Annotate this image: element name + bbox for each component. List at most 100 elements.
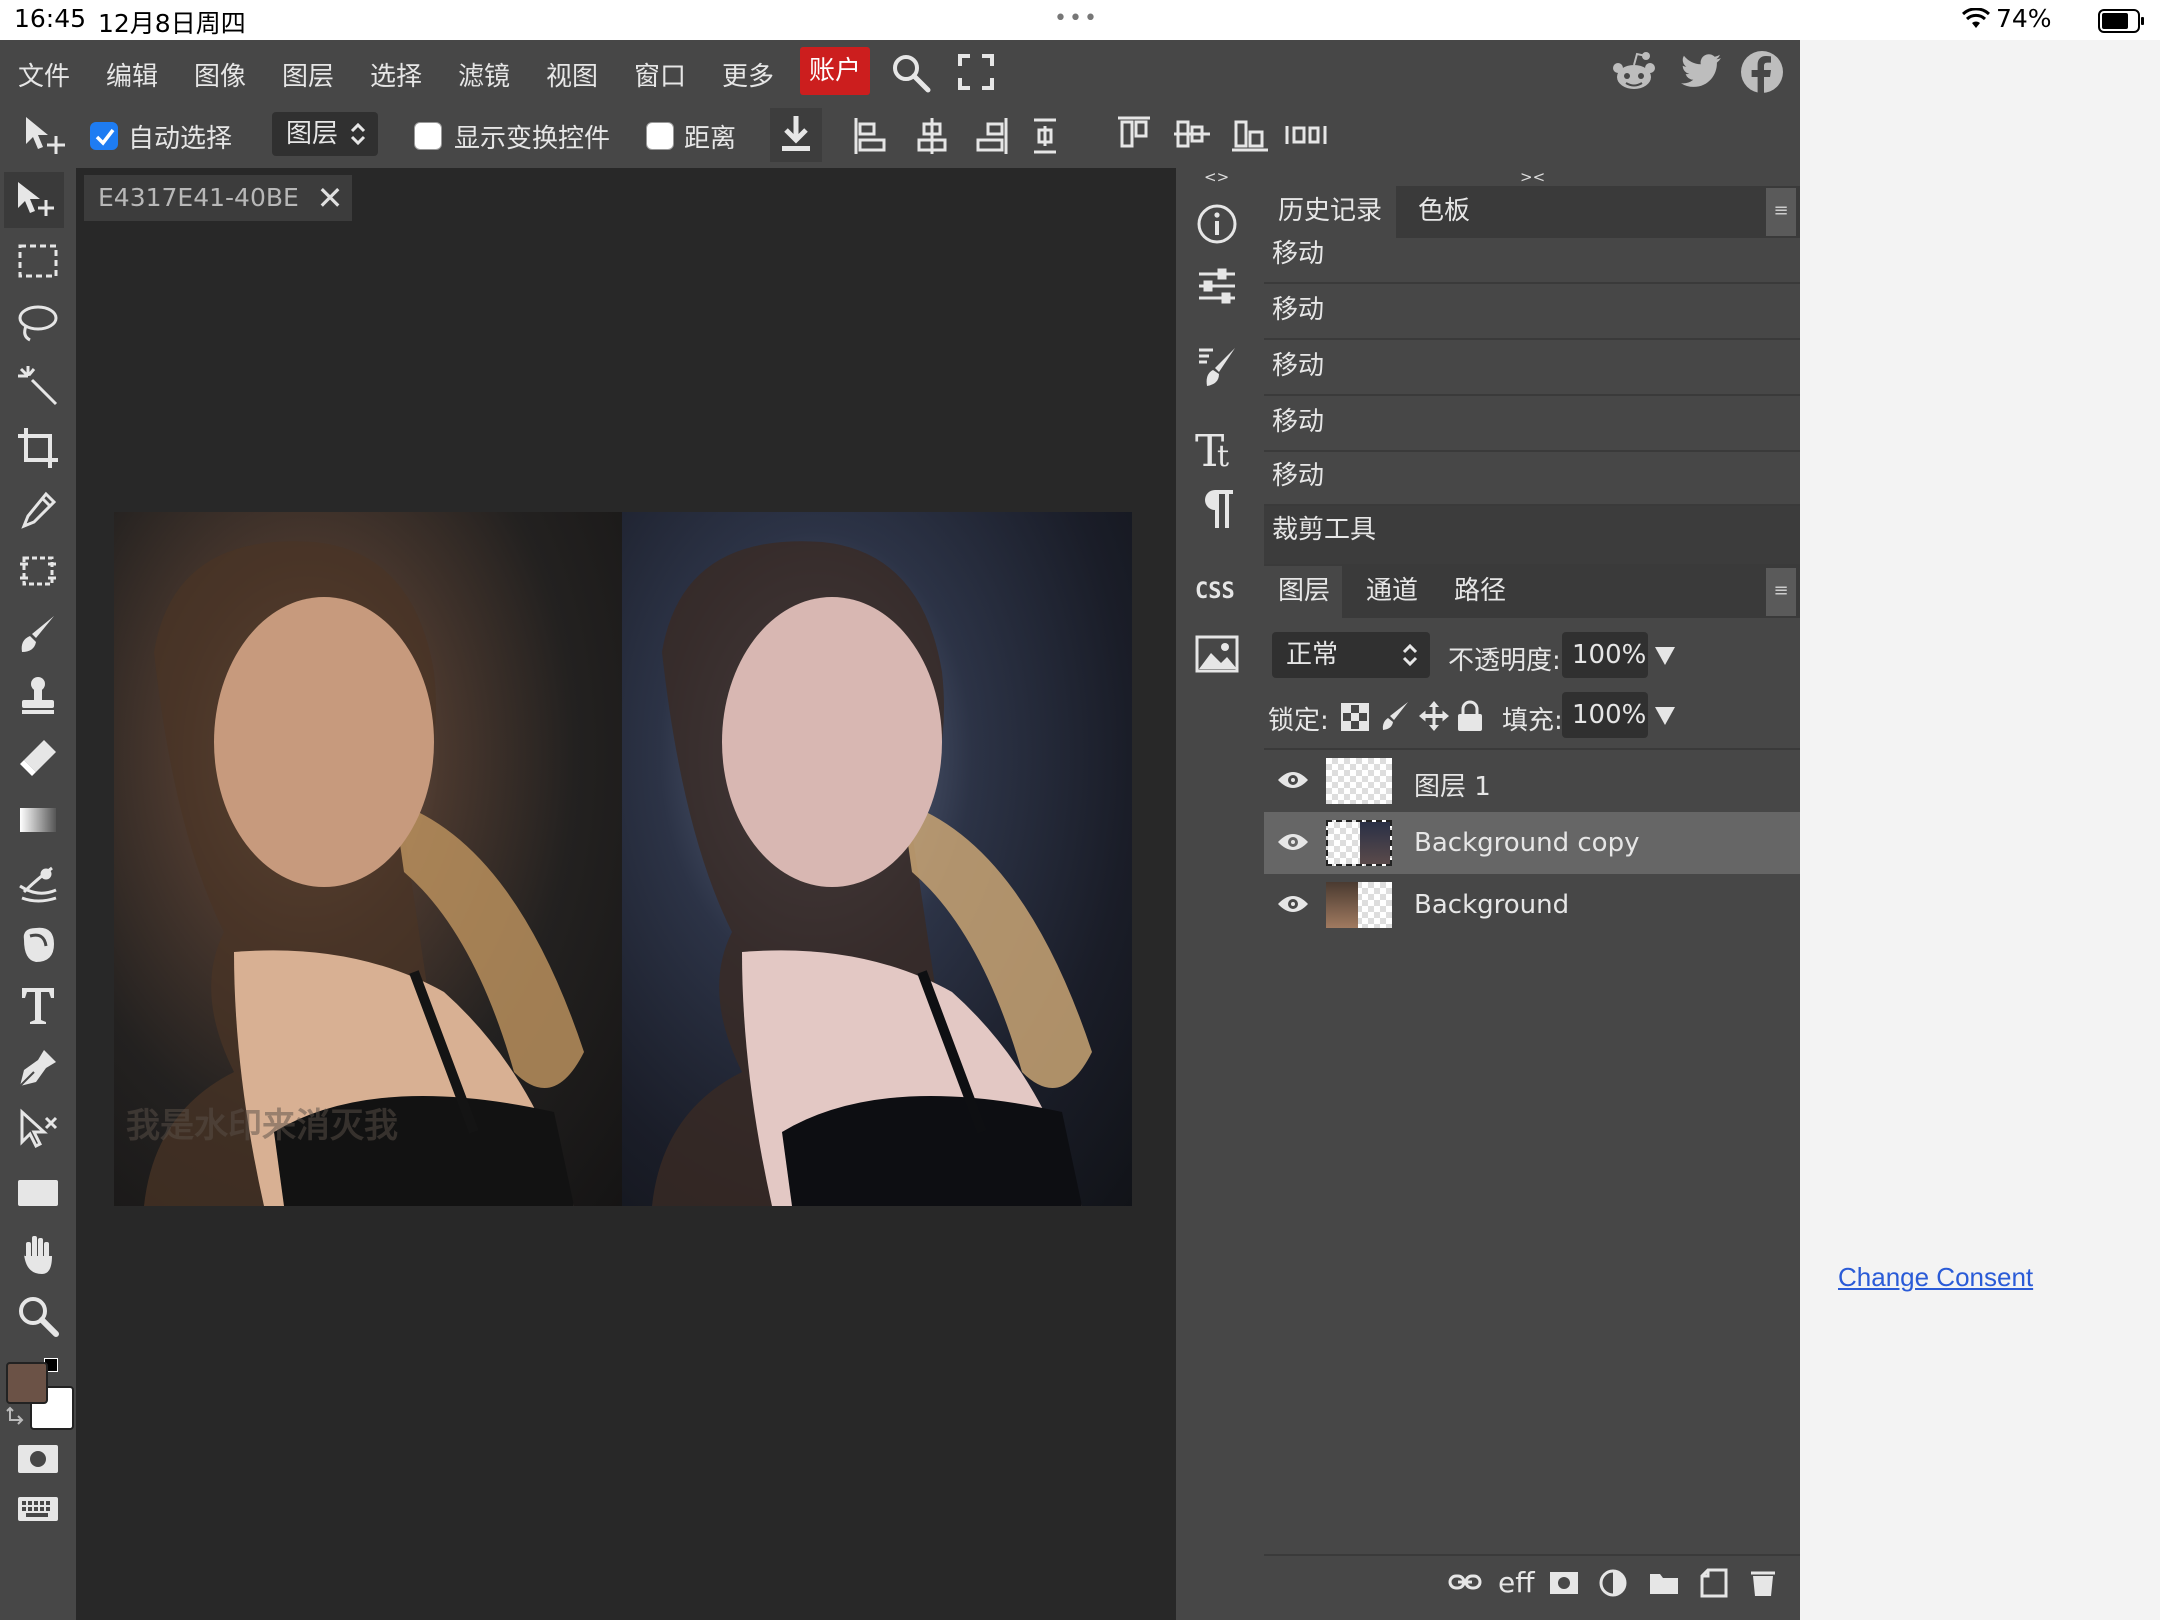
layer-effects-button[interactable]: eff <box>1498 1566 1535 1599</box>
menu-edit[interactable]: 编辑 <box>106 56 158 93</box>
menu-view[interactable]: 视图 <box>546 56 598 93</box>
multitask-dots[interactable]: ••• <box>1054 6 1099 31</box>
crop-tool[interactable] <box>8 420 68 476</box>
brush-tool[interactable] <box>8 606 68 662</box>
menu-more[interactable]: 更多 <box>722 56 774 93</box>
hand-tool[interactable] <box>8 1226 68 1282</box>
adjustment-layer-icon[interactable] <box>1598 1568 1628 1598</box>
layer-row-selected[interactable]: Background copy <box>1264 812 1800 874</box>
history-item[interactable]: 移动 <box>1264 398 1800 452</box>
align-bottom-icon[interactable] <box>1230 114 1270 154</box>
align-top-icon[interactable] <box>1116 114 1152 154</box>
sponge-tool[interactable] <box>8 916 68 972</box>
clone-stamp-tool[interactable] <box>8 668 68 724</box>
menu-image[interactable]: 图像 <box>194 56 246 93</box>
layer-name: Background <box>1414 890 1570 920</box>
opacity-input[interactable]: 100% <box>1562 632 1648 678</box>
layer-row[interactable]: 图层 1 <box>1264 750 1800 812</box>
eye-icon[interactable] <box>1276 830 1310 854</box>
eraser-tool[interactable] <box>8 730 68 786</box>
layers-panel-menu-icon[interactable]: ≡ <box>1766 568 1796 616</box>
photo-right-cool[interactable] <box>622 512 1132 1206</box>
adjustments-panel-icon[interactable] <box>1180 258 1254 314</box>
paragraph-panel-icon[interactable] <box>1180 480 1254 536</box>
add-mask-icon[interactable] <box>1548 1570 1580 1596</box>
path-select-tool[interactable] <box>8 1102 68 1158</box>
magic-wand-tool[interactable] <box>8 358 68 414</box>
history-item[interactable]: 移动 <box>1264 286 1800 340</box>
menu-window[interactable]: 窗口 <box>634 56 686 93</box>
lock-position-icon[interactable] <box>1418 700 1450 732</box>
smudge-tool[interactable] <box>8 854 68 910</box>
swap-colors-icon[interactable] <box>6 1404 28 1426</box>
auto-select-target-dropdown[interactable]: 图层 <box>272 112 378 156</box>
eye-icon[interactable] <box>1276 768 1310 792</box>
artboard-select-tool[interactable] <box>8 544 68 600</box>
align-vcenter-icon[interactable] <box>1172 114 1212 154</box>
facebook-icon[interactable] <box>1740 50 1784 94</box>
link-layers-icon[interactable] <box>1448 1572 1482 1592</box>
distribute-vertical-icon[interactable] <box>1030 116 1060 156</box>
foreground-color-swatch[interactable] <box>6 1362 48 1404</box>
tab-channels[interactable]: 通道 <box>1366 566 1418 616</box>
css-panel-icon[interactable]: CSS <box>1180 562 1254 618</box>
lock-transparency-icon[interactable] <box>1340 702 1370 732</box>
history-panel-menu-icon[interactable]: ≡ <box>1766 188 1796 236</box>
move-tool-icon[interactable] <box>22 114 66 158</box>
align-hcenter-icon[interactable] <box>914 116 950 156</box>
keyboard-icon[interactable] <box>8 1480 68 1536</box>
photo-left-warm[interactable]: 我是水印来消灭我 <box>114 512 622 1206</box>
history-item[interactable]: 移动 <box>1264 342 1800 396</box>
tab-swatches[interactable]: 色板 <box>1418 186 1470 236</box>
pen-tool[interactable] <box>8 1040 68 1096</box>
zoom-tool[interactable] <box>8 1288 68 1344</box>
document-title: E4317E41-40BE <box>98 183 299 212</box>
lock-pixels-icon[interactable] <box>1380 700 1410 732</box>
menu-select[interactable]: 选择 <box>370 56 422 93</box>
brush-settings-panel-icon[interactable] <box>1180 338 1254 394</box>
layer-row[interactable]: Background <box>1264 874 1800 936</box>
align-left-icon[interactable] <box>852 116 888 156</box>
tab-layers[interactable]: 图层 <box>1264 566 1342 618</box>
eye-icon[interactable] <box>1276 892 1310 916</box>
collapse-right-panel-button[interactable]: >< <box>1520 168 1545 186</box>
fill-dropdown-icon[interactable] <box>1654 706 1676 726</box>
eyedropper-tool[interactable] <box>8 482 68 538</box>
move-tool[interactable] <box>4 172 64 228</box>
menu-file[interactable]: 文件 <box>18 56 70 93</box>
opacity-dropdown-icon[interactable] <box>1654 646 1676 666</box>
change-consent-link[interactable]: Change Consent <box>1838 1262 2033 1293</box>
rectangle-shape-tool[interactable] <box>8 1164 68 1220</box>
menu-filter[interactable]: 滤镜 <box>458 56 510 93</box>
auto-select-checkbox[interactable] <box>90 122 118 150</box>
collapse-mini-panel-button[interactable]: <> <box>1204 168 1229 186</box>
fullscreen-icon[interactable] <box>958 54 994 90</box>
search-icon[interactable] <box>890 52 932 94</box>
reddit-icon[interactable] <box>1612 50 1656 94</box>
download-icon[interactable] <box>770 108 822 162</box>
distribute-horizontal-icon[interactable] <box>1284 120 1328 150</box>
twitter-icon[interactable] <box>1680 54 1722 90</box>
tab-paths[interactable]: 路径 <box>1454 566 1506 616</box>
lasso-tool[interactable] <box>8 296 68 352</box>
fill-input[interactable]: 100% <box>1562 692 1648 738</box>
info-panel-icon[interactable] <box>1180 196 1254 252</box>
close-document-button[interactable]: ✕ <box>312 176 348 220</box>
history-item[interactable]: 移动 <box>1264 452 1800 506</box>
gradient-tool[interactable] <box>8 792 68 848</box>
image-panel-icon[interactable] <box>1180 626 1254 682</box>
menu-layer[interactable]: 图层 <box>282 56 334 93</box>
marquee-tool[interactable] <box>8 234 68 290</box>
text-tool[interactable] <box>8 978 68 1034</box>
history-item[interactable]: 移动 <box>1264 230 1800 284</box>
new-group-folder-icon[interactable] <box>1648 1570 1680 1596</box>
history-item-selected[interactable]: 裁剪工具 <box>1264 506 1800 566</box>
blend-mode-dropdown[interactable]: 正常 <box>1272 632 1430 678</box>
align-right-icon[interactable] <box>974 116 1010 156</box>
lock-all-icon[interactable] <box>1456 700 1484 732</box>
quick-mask-icon[interactable] <box>8 1430 68 1486</box>
new-layer-icon[interactable] <box>1698 1568 1730 1598</box>
character-panel-icon[interactable]: Tt <box>1180 420 1254 476</box>
account-button[interactable]: 账户 <box>800 47 870 95</box>
delete-layer-trash-icon[interactable] <box>1748 1568 1778 1598</box>
